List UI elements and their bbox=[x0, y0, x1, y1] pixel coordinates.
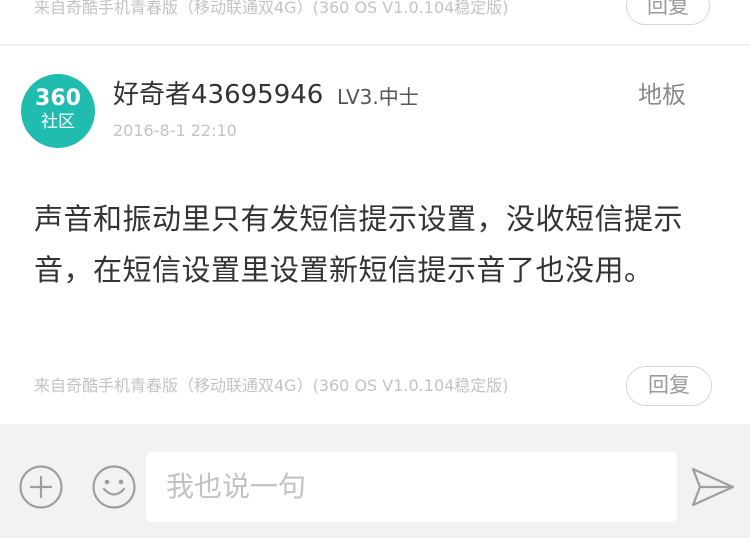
reply-button[interactable]: 回复 bbox=[626, 366, 712, 406]
comment-input[interactable]: 我也说一句 bbox=[146, 452, 677, 522]
user-level: LV3.中士 bbox=[337, 85, 419, 109]
avatar-logo-number: 360 bbox=[35, 86, 81, 111]
comment-input-placeholder: 我也说一句 bbox=[166, 470, 307, 503]
previous-reply-button[interactable]: 回复 bbox=[626, 0, 710, 25]
floor-label: 地板 bbox=[638, 81, 686, 109]
username[interactable]: 好奇者43695946 bbox=[113, 79, 323, 111]
avatar-logo-label: 社区 bbox=[41, 112, 75, 132]
post-content: 声音和振动里只有发短信提示设置，没收短信提示音，在短信设置里设置新短信提示音了也… bbox=[34, 202, 684, 287]
post-date: 2016-8-1 22:10 bbox=[113, 121, 237, 140]
post-source: 来自奇酷手机青春版（移动联通双4G）(360 OS V1.0.104稳定版) bbox=[34, 376, 509, 395]
plus-circle-icon[interactable] bbox=[19, 465, 63, 509]
send-icon[interactable] bbox=[690, 466, 736, 508]
avatar[interactable]: 360 社区 bbox=[21, 74, 95, 148]
previous-post-fragment: 来自奇酷手机青春版（移动联通双4G）(360 OS V1.0.104稳定版) 回… bbox=[0, 0, 750, 44]
smiley-icon[interactable] bbox=[92, 465, 136, 509]
previous-post-source: 来自奇酷手机青春版（移动联通双4G）(360 OS V1.0.104稳定版) bbox=[34, 0, 509, 17]
post-divider bbox=[0, 44, 750, 46]
post-detail-screen: 来自奇酷手机青春版（移动联通双4G）(360 OS V1.0.104稳定版) 回… bbox=[0, 0, 750, 538]
